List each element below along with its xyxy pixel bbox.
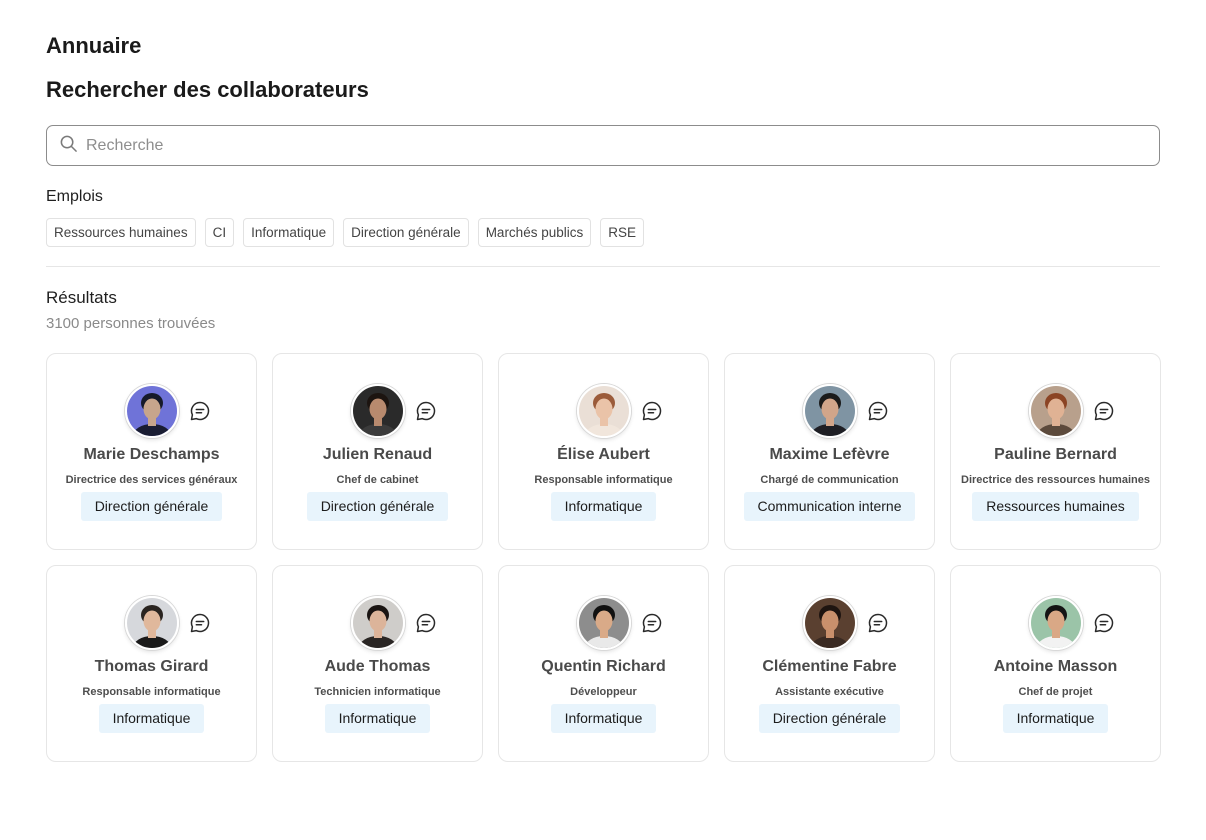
filter-chip[interactable]: RSE — [600, 218, 644, 247]
message-icon[interactable] — [867, 400, 889, 422]
avatar-row — [951, 384, 1160, 438]
avatar[interactable] — [350, 384, 405, 438]
person-role: Développeur — [570, 686, 637, 698]
filter-chip[interactable]: Direction générale — [343, 218, 469, 247]
person-card[interactable]: Pauline Bernard Directrice des ressources… — [950, 353, 1161, 550]
department-badge[interactable]: Direction générale — [758, 704, 901, 733]
avatar-row — [273, 384, 482, 438]
message-icon[interactable] — [189, 400, 211, 422]
avatar[interactable] — [350, 596, 405, 650]
department-wrap: Informatique — [273, 704, 482, 733]
person-card[interactable]: Antoine Masson Chef de projet Informatique — [950, 565, 1161, 762]
department-badge[interactable]: Informatique — [1002, 704, 1109, 733]
avatar[interactable] — [576, 384, 631, 438]
filter-chip[interactable]: CI — [204, 218, 235, 247]
avatar[interactable] — [124, 384, 179, 438]
person-card[interactable]: Clémentine Fabre Assistante exécutive Dire… — [724, 565, 935, 762]
department-wrap: Informatique — [47, 704, 256, 733]
people-grid: Marie Deschamps Directrice des services g… — [46, 353, 1161, 762]
search-input[interactable] — [86, 136, 1086, 155]
department-badge[interactable]: Informatique — [550, 492, 657, 521]
person-name: Antoine Masson — [993, 658, 1118, 675]
avatar-row — [951, 596, 1160, 650]
message-icon[interactable] — [1093, 400, 1115, 422]
filter-chip[interactable]: Marchés publics — [477, 218, 592, 247]
person-name: Thomas Girard — [94, 658, 209, 675]
person-card[interactable]: Thomas Girard Responsable informatique Inf… — [46, 565, 257, 762]
department-wrap: Communication interne — [725, 492, 934, 521]
department-badge[interactable]: Ressources humaines — [972, 492, 1139, 521]
department-wrap: Direction générale — [273, 492, 482, 521]
person-name: Aude Thomas — [324, 658, 431, 675]
person-name: Pauline Bernard — [994, 446, 1117, 463]
message-icon[interactable] — [867, 612, 889, 634]
message-icon[interactable] — [189, 612, 211, 634]
department-wrap: Informatique — [499, 492, 708, 521]
person-name: Élise Aubert — [557, 446, 650, 463]
avatar-row — [499, 596, 708, 650]
message-icon[interactable] — [641, 400, 663, 422]
filter-chip[interactable]: Ressources humaines — [46, 218, 196, 247]
avatar[interactable] — [576, 596, 631, 650]
person-name: Marie Deschamps — [83, 446, 220, 463]
section-title: Rechercher des collaborateurs — [46, 77, 369, 102]
person-role: Directrice des services généraux — [65, 474, 238, 486]
department-badge[interactable]: Direction générale — [80, 492, 223, 521]
person-card[interactable]: Élise Aubert Responsable informatique Info… — [498, 353, 709, 550]
department-badge[interactable]: Informatique — [98, 704, 205, 733]
person-card[interactable]: Aude Thomas Technicien informatique Inform… — [272, 565, 483, 762]
person-role: Chef de cabinet — [336, 474, 419, 486]
department-wrap: Informatique — [499, 704, 708, 733]
person-role: Assistante exécutive — [775, 686, 884, 698]
person-card[interactable]: Maxime Lefèvre Chargé de communication Com… — [724, 353, 935, 550]
person-card[interactable]: Marie Deschamps Directrice des services g… — [46, 353, 257, 550]
results-title: Résultats — [46, 288, 117, 307]
results-count: 3100 personnes trouvées — [46, 315, 216, 332]
person-card[interactable]: Quentin Richard Développeur Informatique — [498, 565, 709, 762]
department-badge[interactable]: Informatique — [324, 704, 431, 733]
person-role: Chef de projet — [1018, 686, 1093, 698]
avatar-row — [725, 596, 934, 650]
person-name: Clémentine Fabre — [762, 658, 897, 675]
avatar-row — [273, 596, 482, 650]
department-badge[interactable]: Direction générale — [306, 492, 449, 521]
avatar-row — [47, 384, 256, 438]
message-icon[interactable] — [415, 612, 437, 634]
person-name: Maxime Lefèvre — [769, 446, 890, 463]
person-name: Quentin Richard — [541, 658, 666, 675]
department-badge[interactable]: Communication interne — [743, 492, 916, 521]
person-role: Responsable informatique — [82, 686, 221, 698]
avatar-row — [47, 596, 256, 650]
person-role: Chargé de communication — [760, 474, 899, 486]
filters-title: Emplois — [46, 188, 103, 205]
person-role: Directrice des ressources humaines — [961, 474, 1150, 486]
avatar[interactable] — [802, 596, 857, 650]
department-wrap: Direction générale — [725, 704, 934, 733]
department-wrap: Informatique — [951, 704, 1160, 733]
divider — [46, 266, 1160, 267]
filter-chips: Ressources humaines CI Informatique Directi… — [46, 218, 644, 247]
avatar[interactable] — [802, 384, 857, 438]
department-badge[interactable]: Informatique — [550, 704, 657, 733]
page-title: Annuaire — [46, 33, 142, 58]
search-icon — [59, 134, 78, 158]
search-box[interactable] — [46, 125, 1160, 166]
department-wrap: Ressources humaines — [951, 492, 1160, 521]
avatar-row — [725, 384, 934, 438]
filter-chip[interactable]: Informatique — [243, 218, 335, 247]
person-card[interactable]: Julien Renaud Chef de cabinet Direction gé… — [272, 353, 483, 550]
message-icon[interactable] — [415, 400, 437, 422]
person-name: Julien Renaud — [322, 446, 433, 463]
message-icon[interactable] — [641, 612, 663, 634]
avatar[interactable] — [124, 596, 179, 650]
department-wrap: Direction générale — [47, 492, 256, 521]
avatar[interactable] — [1028, 384, 1083, 438]
person-role: Responsable informatique — [534, 474, 673, 486]
person-role: Technicien informatique — [314, 686, 441, 698]
message-icon[interactable] — [1093, 612, 1115, 634]
avatar[interactable] — [1028, 596, 1083, 650]
avatar-row — [499, 384, 708, 438]
